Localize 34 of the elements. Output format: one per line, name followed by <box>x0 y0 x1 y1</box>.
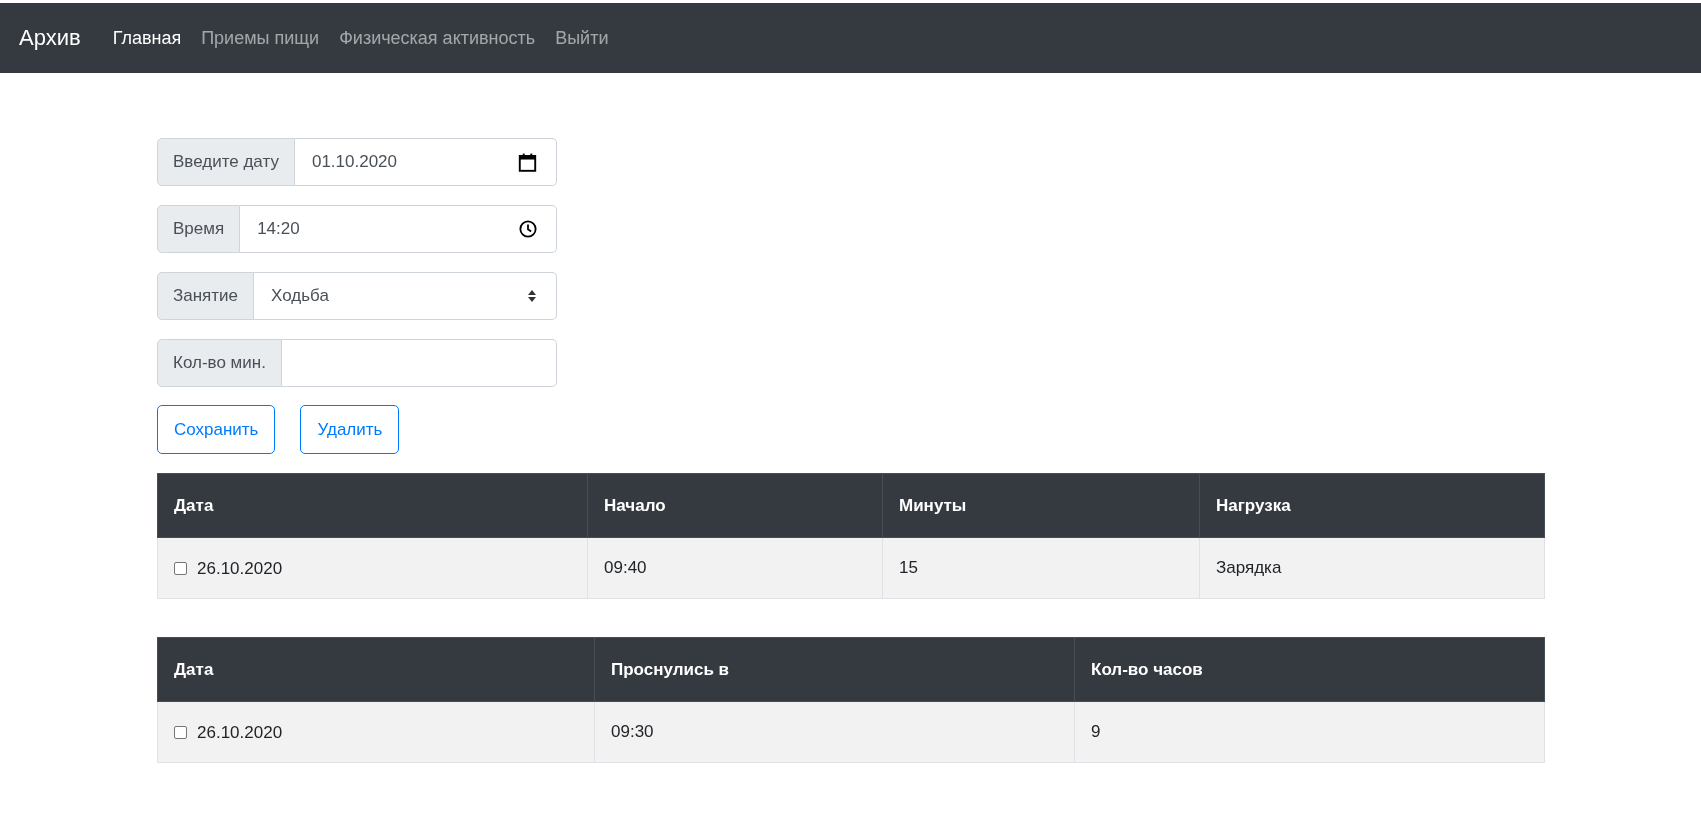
field-label: Занятие <box>157 272 255 320</box>
nav-link[interactable]: Физическая активность <box>329 27 546 49</box>
row-checkbox[interactable] <box>174 561 187 575</box>
time-field[interactable]: 14:20 <box>240 205 557 253</box>
field-label: Кол-во мин. <box>157 339 282 387</box>
column-header: Начало <box>587 473 883 538</box>
row-checkbox[interactable] <box>174 725 187 739</box>
nav-link[interactable]: Выйти <box>545 27 619 49</box>
number-field[interactable] <box>281 339 557 387</box>
table-cell: 09:40 <box>587 537 883 599</box>
table-cell: 15 <box>882 537 1200 599</box>
table-cell: 09:30 <box>594 701 1075 763</box>
column-header: Дата <box>157 473 588 538</box>
table-cell: 9 <box>1074 701 1545 763</box>
caret-icon <box>527 289 537 303</box>
column-header: Дата <box>157 637 595 702</box>
outline-button[interactable]: Удалить <box>300 405 400 454</box>
field-label: Время <box>157 205 241 253</box>
brand-title[interactable]: Архив <box>19 25 81 51</box>
select-field[interactable]: Ходьба <box>254 272 557 320</box>
table-cell: Зарядка <box>1199 537 1545 599</box>
calendar-icon <box>518 152 537 172</box>
clock-icon <box>519 220 537 238</box>
outline-button[interactable]: Сохранить <box>157 405 276 454</box>
table-cell: 26.10.2020 <box>197 558 283 578</box>
column-header: Минуты <box>882 473 1200 538</box>
table-cell: 26.10.2020 <box>197 722 283 742</box>
nav-link[interactable]: Главная <box>102 27 192 49</box>
field-label: Введите дату <box>157 138 295 186</box>
date-field[interactable]: 01.10.2020 <box>294 138 557 186</box>
nav-link[interactable]: Приемы пищи <box>191 27 330 49</box>
column-header: Проснулись в <box>594 637 1075 702</box>
column-header: Нагрузка <box>1199 473 1545 538</box>
column-header: Кол-во часов <box>1074 637 1545 702</box>
